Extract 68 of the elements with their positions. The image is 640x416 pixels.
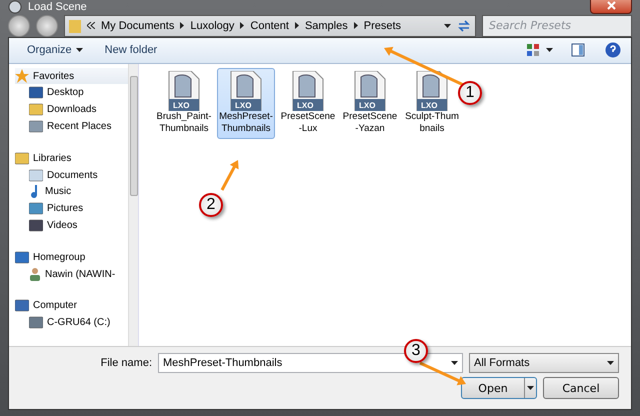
sidebar-item[interactable]: Pictures [15,200,128,218]
sidebar-item[interactable]: Recent Places [15,118,128,135]
sidebar-item[interactable]: Desktop [15,84,128,102]
lxo-file-icon [167,70,201,111]
caret-icon [527,386,534,390]
file-item[interactable]: LXO Sculpt-Thumbnails [403,68,461,139]
sidebar-item[interactable]: Downloads [15,101,128,118]
address-bar[interactable]: My Documents Luxology Content Samples Presets [64,14,476,37]
sidebar-item[interactable]: Videos [15,217,128,234]
open-button[interactable]: Open [461,377,537,399]
folder-icon [15,152,29,165]
sidebar-item[interactable]: Music [15,183,128,200]
chevron-icon [180,22,184,30]
format-dropdown[interactable]: All Formats [469,353,619,373]
window-title: Load Scene [28,1,87,14]
search-field[interactable]: Search Presets [482,14,632,37]
sidebar-item[interactable]: Favorites [15,68,128,84]
double-chevron-icon [87,22,95,30]
file-item[interactable]: LXO PresetScene-Yazan [341,68,399,139]
file-type-label: LXO [297,100,314,110]
breadcrumb[interactable]: Samples [304,20,348,32]
chevron-icon [240,22,244,30]
app-icon [8,0,22,14]
sidebar-item[interactable]: Nawin (NAWIN- [15,266,128,282]
folder-icon [69,18,81,33]
lxo-file-icon [229,70,263,111]
breadcrumb[interactable]: My Documents [101,20,174,32]
file-type-label: LXO [235,100,252,110]
breadcrumb[interactable]: Content [250,20,289,32]
sidebar-item[interactable]: Homegroup [15,248,128,266]
scrollbar[interactable] [128,64,138,346]
cancel-button[interactable]: Cancel [543,377,619,399]
file-type-label: LXO [421,100,438,110]
caret-icon [546,48,553,52]
file-item[interactable]: LXO MeshPreset-Thumbnails [217,68,275,139]
toolbar-button[interactable]: Organize [19,42,91,58]
caret-icon [451,361,458,365]
breadcrumb[interactable]: Luxology [190,20,234,32]
sidebar-item[interactable]: C-GRU64 (C:) [15,314,128,331]
file-type-label: LXO [173,100,190,110]
file-item[interactable]: LXO PresetScene-Lux [279,68,337,139]
sidebar-item[interactable]: Documents [15,166,128,184]
lxo-file-icon [353,70,387,111]
lxo-file-icon [291,70,325,111]
caret-icon [444,24,451,28]
toolbar-button[interactable]: New folder [96,42,166,58]
file-item[interactable]: LXO Brush_Paint-Thumbnails [155,68,213,139]
caret-icon [76,48,83,52]
close-icon [606,0,616,10]
star-icon [15,69,29,84]
close-button[interactable] [590,0,632,14]
caret-icon [607,361,614,365]
forward-button[interactable] [36,14,58,37]
back-button[interactable] [8,14,30,37]
chevron-icon [294,22,299,30]
file-type-label: LXO [359,100,376,110]
folder-icon [29,103,43,116]
person-icon [29,267,41,281]
chevron-icon [354,22,358,30]
breadcrumb[interactable]: Presets [364,20,402,32]
field-label: File name: [100,357,152,369]
help-icon[interactable] [605,42,621,58]
refresh-icon[interactable] [457,20,471,32]
sidebar-item[interactable]: Computer [15,297,128,314]
sidebar-item[interactable]: Libraries [15,150,128,167]
lxo-file-icon [415,70,449,111]
view-icon[interactable] [526,43,540,58]
preview-pane-icon[interactable] [571,43,585,58]
